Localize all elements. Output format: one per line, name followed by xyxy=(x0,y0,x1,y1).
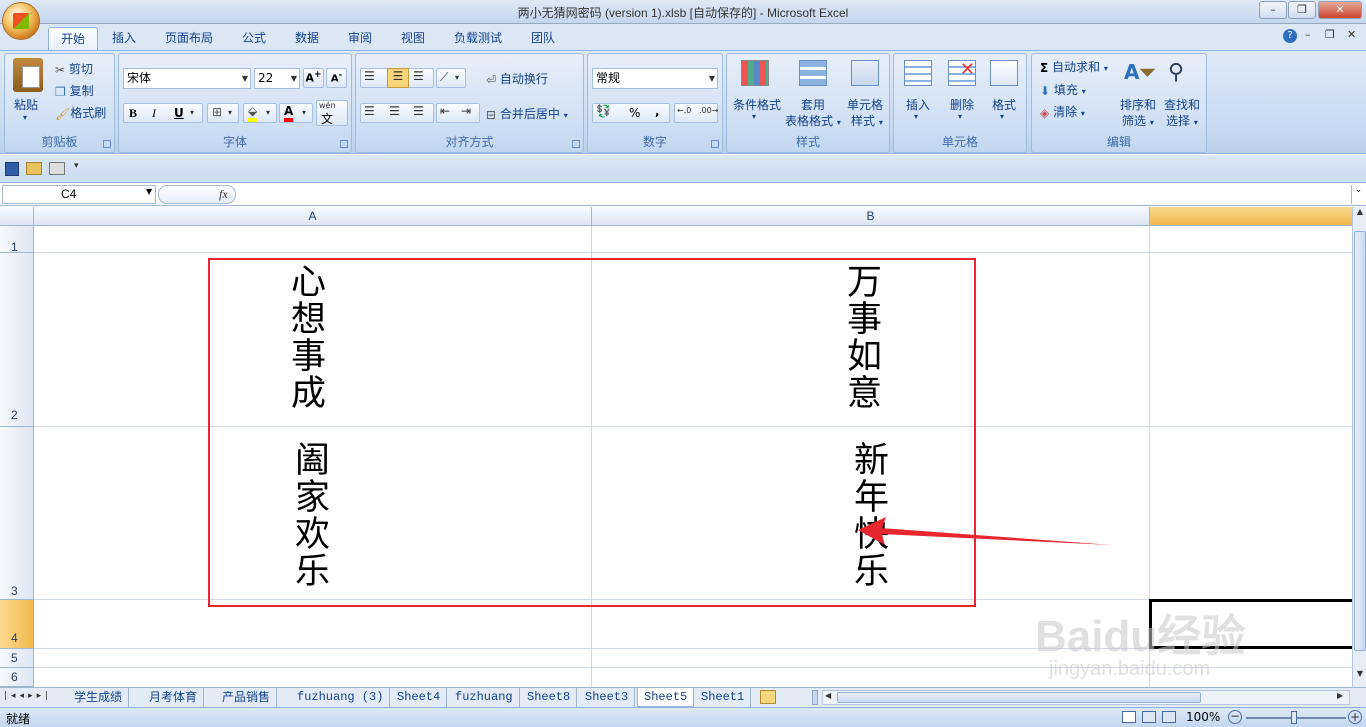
sheet-tab[interactable]: Sheet4 xyxy=(391,688,448,707)
sheet-tab[interactable]: Sheet3 xyxy=(579,688,636,707)
zoom-level[interactable]: 100% xyxy=(1186,710,1220,724)
sheet-tab[interactable]: fuzhuang (3) xyxy=(291,688,391,707)
insert-sheet-icon[interactable] xyxy=(760,690,776,704)
zoom-slider-thumb[interactable] xyxy=(1291,711,1297,724)
page-layout-view-icon[interactable] xyxy=(1142,711,1156,723)
scroll-right-icon[interactable]: ▶ xyxy=(1337,691,1343,700)
sheet-tab[interactable]: fuzhuang xyxy=(449,688,520,707)
scroll-down-icon[interactable]: ▼ xyxy=(1354,669,1366,686)
sheet-tab[interactable]: Sheet8 xyxy=(521,688,578,707)
zoom-out-icon[interactable]: − xyxy=(1228,710,1242,724)
horizontal-scrollbar[interactable]: ◀ ▶ xyxy=(822,690,1350,705)
office-logo-icon xyxy=(13,13,29,29)
sheet-tab[interactable]: 产品销售 xyxy=(216,688,278,707)
status-ready: 就绪 xyxy=(6,712,31,726)
status-bar: 就绪 100% − + xyxy=(0,707,1366,727)
scroll-up-icon[interactable]: ▲ xyxy=(1354,207,1366,224)
scroll-thumb[interactable] xyxy=(1354,231,1366,651)
sheet-tab-active[interactable]: Sheet5 xyxy=(637,688,695,707)
sheet-tab[interactable]: Sheet1 xyxy=(695,688,752,707)
office-button[interactable] xyxy=(2,2,40,40)
sheet-nav-arrows-icon[interactable]: |◂◂▸▸| xyxy=(4,691,52,701)
zoom-in-icon[interactable]: + xyxy=(1348,710,1362,724)
hscroll-thumb[interactable] xyxy=(837,692,1201,703)
scroll-left-icon[interactable]: ◀ xyxy=(825,691,831,700)
watermark: Baidu经验 jingyan.baidu.com xyxy=(1035,600,1335,690)
sheet-tab[interactable]: 月考体育 xyxy=(143,688,205,707)
watermark-brand: Baidu经验 xyxy=(1035,612,1246,661)
annotation-arrow-shaft xyxy=(880,528,1112,545)
vertical-scrollbar[interactable]: ▲ ▼ xyxy=(1352,207,1366,687)
page-break-view-icon[interactable] xyxy=(1162,711,1176,723)
sheet-tab-bar: |◂◂▸▸| 学生成绩 月考体育 产品销售 fuzhuang (3) Sheet… xyxy=(0,687,1366,707)
sheet-tab[interactable]: 学生成绩 xyxy=(68,688,130,707)
annotation-box xyxy=(208,258,976,607)
tab-split-handle[interactable] xyxy=(812,690,818,705)
watermark-url: jingyan.baidu.com xyxy=(1049,658,1211,680)
normal-view-icon[interactable] xyxy=(1122,711,1136,723)
